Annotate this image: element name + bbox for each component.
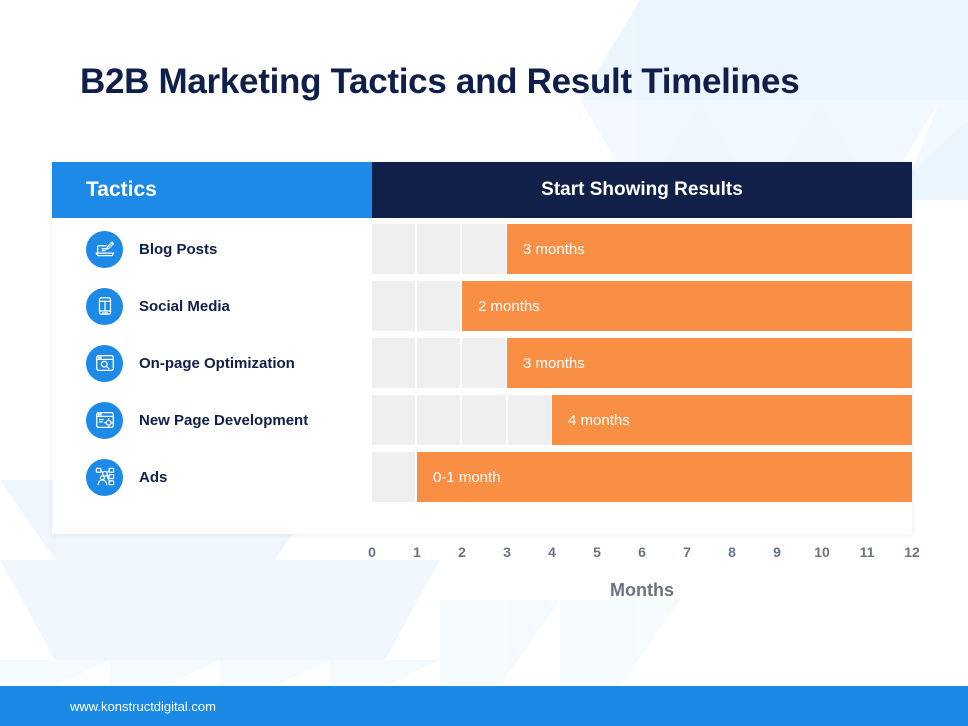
timeline-bar-label: 4 months	[568, 411, 630, 429]
timeline-bar: 3 months	[507, 338, 912, 388]
header-cell-tactics: Tactics	[52, 162, 372, 218]
footer-bar: www.konstructdigital.com	[0, 686, 968, 726]
tactic-name: Blog Posts	[139, 240, 218, 258]
tactic-label-cell: Social Media	[52, 281, 372, 331]
timeline-bar-label: 3 months	[523, 354, 585, 372]
header-tactics-label: Tactics	[86, 178, 157, 201]
axis-tick-label: 9	[773, 544, 781, 560]
page-title: B2B Marketing Tactics and Result Timelin…	[80, 62, 800, 101]
axis-tick-label: 0	[368, 544, 376, 560]
tactic-label-cell: On-page Optimization	[52, 338, 372, 388]
timeline-track: 3 months	[372, 224, 913, 274]
table-row: Social Media 2 months	[52, 281, 913, 331]
table-body: Blog Posts 3 months Social Media 2 months …	[52, 218, 913, 534]
axis-tick-label: 7	[683, 544, 691, 560]
mobile-phone-icon	[86, 287, 123, 325]
table-row: Blog Posts 3 months	[52, 224, 913, 274]
timeline-track: 3 months	[372, 338, 913, 388]
grid-cell	[462, 338, 508, 388]
x-axis-ticks: 0 1 2 3 4 5 6 7 8 9 10 11 12	[368, 544, 920, 570]
header-results-label: Start Showing Results	[541, 179, 743, 200]
axis-tick-label: 11	[859, 544, 875, 560]
timeline-track: 0-1 month	[372, 452, 913, 502]
table-row: On-page Optimization 3 months	[52, 338, 913, 388]
grid-cell	[372, 395, 418, 445]
grid-cell	[507, 395, 553, 445]
grid-cell	[462, 224, 508, 274]
table-header: Tactics Start Showing Results	[52, 162, 912, 218]
grid-cell	[417, 338, 463, 388]
grid-cell	[417, 224, 463, 274]
grid-cell	[417, 395, 463, 445]
tactic-name: On-page Optimization	[139, 354, 295, 372]
axis-tick-label: 4	[548, 544, 556, 560]
table-row: Ads 0-1 month	[52, 452, 913, 502]
header-cell-results: Start Showing Results	[372, 162, 912, 218]
tactic-name: Social Media	[139, 297, 230, 315]
x-axis-title: Months	[610, 580, 674, 600]
grid-cell	[372, 338, 418, 388]
grid-cell	[372, 281, 418, 331]
tactic-name: New Page Development	[139, 411, 309, 429]
axis-tick-label: 6	[638, 544, 646, 560]
laptop-pen-icon	[86, 230, 123, 268]
browser-gear-icon	[86, 401, 123, 439]
axis-tick-label: 5	[593, 544, 601, 560]
axis-tick-label: 2	[458, 544, 466, 560]
axis-tick-label: 1	[413, 544, 421, 560]
tactic-label-cell: Blog Posts	[52, 224, 372, 274]
table-row: New Page Development 4 months	[52, 395, 913, 445]
timeline-bar: 2 months	[462, 281, 912, 331]
infographic-slide: B2B Marketing Tactics and Result Timelin…	[0, 0, 968, 726]
axis-tick-label: 8	[728, 544, 736, 560]
tactic-label-cell: Ads	[52, 452, 372, 502]
timeline-bar-label: 0-1 month	[433, 468, 501, 486]
grid-cell	[417, 281, 463, 331]
tactic-label-cell: New Page Development	[52, 395, 372, 445]
ad-network-icon	[86, 458, 123, 496]
tactic-name: Ads	[139, 468, 168, 486]
axis-tick-label: 10	[814, 544, 830, 560]
timeline-card: Tactics Start Showing Results Blog Posts…	[52, 162, 913, 534]
grid-cell	[372, 452, 418, 502]
browser-search-icon	[86, 344, 123, 382]
timeline-bar: 3 months	[507, 224, 912, 274]
footer-website-url: www.konstructdigital.com	[70, 698, 216, 714]
grid-cell	[372, 224, 418, 274]
grid-cell	[462, 395, 508, 445]
timeline-track: 2 months	[372, 281, 913, 331]
timeline-bar-label: 2 months	[478, 297, 540, 315]
axis-tick-label: 12	[904, 544, 920, 560]
timeline-bar: 4 months	[552, 395, 912, 445]
axis-tick-label: 3	[503, 544, 511, 560]
timeline-bar-label: 3 months	[523, 240, 585, 258]
timeline-track: 4 months	[372, 395, 913, 445]
timeline-bar: 0-1 month	[417, 452, 912, 502]
